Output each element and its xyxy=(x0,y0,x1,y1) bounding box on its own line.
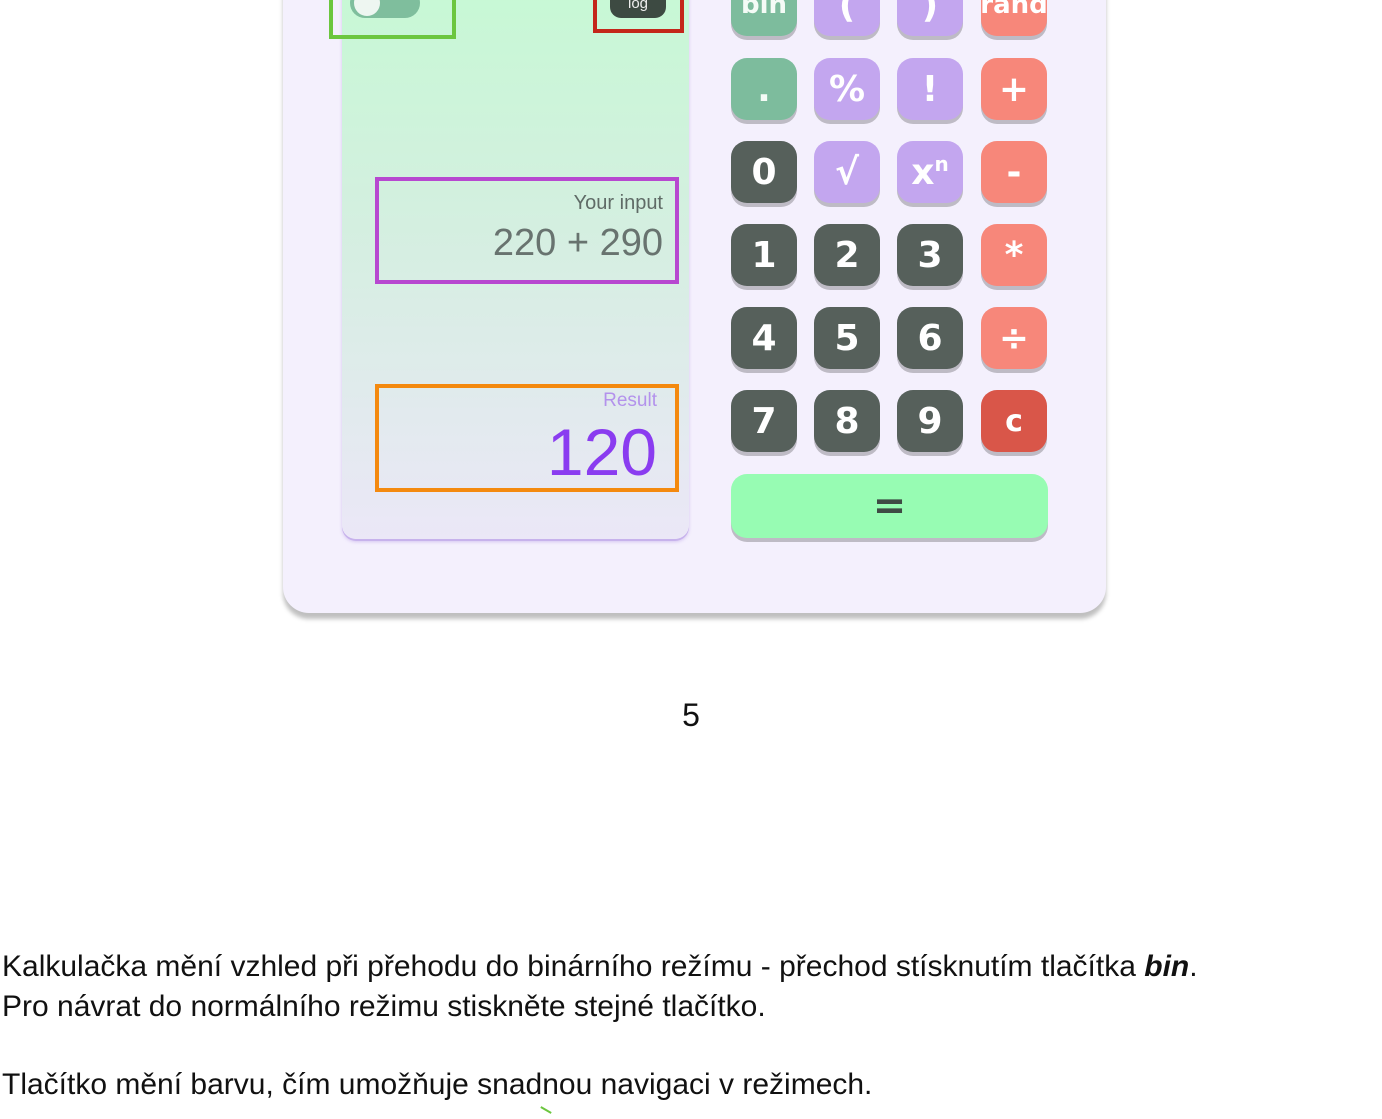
key-6[interactable]: 6 xyxy=(897,307,963,369)
key-factorial[interactable]: ! xyxy=(897,58,963,120)
key-plus[interactable]: + xyxy=(981,58,1047,120)
key-equals[interactable]: = xyxy=(731,474,1048,538)
key-multiply[interactable]: * xyxy=(981,224,1047,286)
key-1[interactable]: 1 xyxy=(731,224,797,286)
key-percent[interactable]: % xyxy=(814,58,880,120)
description-line-2: Pro návrat do normálního režimu stisknět… xyxy=(2,990,766,1023)
description-line-1-text: Kalkulačka mění vzhled při přehodu do bi… xyxy=(2,950,1145,983)
key-bin[interactable]: bin xyxy=(731,0,797,36)
description-line-3: Tlačítko mění barvu, čím umožňuje snadno… xyxy=(2,1068,873,1101)
key-9[interactable]: 9 xyxy=(897,390,963,452)
key-2[interactable]: 2 xyxy=(814,224,880,286)
description-line-1-end: . xyxy=(1189,950,1198,983)
key-rand[interactable]: rand xyxy=(980,0,1048,36)
key-5[interactable]: 5 xyxy=(814,307,880,369)
key-decimal[interactable]: . xyxy=(731,58,797,120)
key-power-exponent: n xyxy=(934,152,949,176)
page-number: 5 xyxy=(682,697,700,733)
key-divide[interactable]: ÷ xyxy=(981,307,1047,369)
key-close-paren[interactable]: ) xyxy=(897,0,963,36)
key-sqrt[interactable]: √ xyxy=(814,141,880,203)
key-8[interactable]: 8 xyxy=(814,390,880,452)
key-power[interactable]: xn xyxy=(897,141,963,203)
description-line-1: Kalkulačka mění vzhled při přehodu do bi… xyxy=(2,950,1198,984)
description-bin-emphasis: bin xyxy=(1144,950,1190,983)
key-0[interactable]: 0 xyxy=(731,141,797,203)
log-highlight-box xyxy=(593,0,684,33)
key-3[interactable]: 3 xyxy=(897,224,963,286)
key-power-base: x xyxy=(911,151,935,193)
key-open-paren[interactable]: ( xyxy=(814,0,880,36)
arrow-hint-mark xyxy=(540,1106,552,1114)
input-highlight-box xyxy=(375,177,679,284)
result-highlight-box xyxy=(375,384,679,492)
key-clear[interactable]: c xyxy=(981,390,1047,452)
key-minus[interactable]: - xyxy=(981,141,1047,203)
key-7[interactable]: 7 xyxy=(731,390,797,452)
screenshot-page: log Your input 220 + 290 Result 120 bin … xyxy=(0,0,1382,1119)
toggle-highlight-box xyxy=(329,0,456,39)
key-4[interactable]: 4 xyxy=(731,307,797,369)
